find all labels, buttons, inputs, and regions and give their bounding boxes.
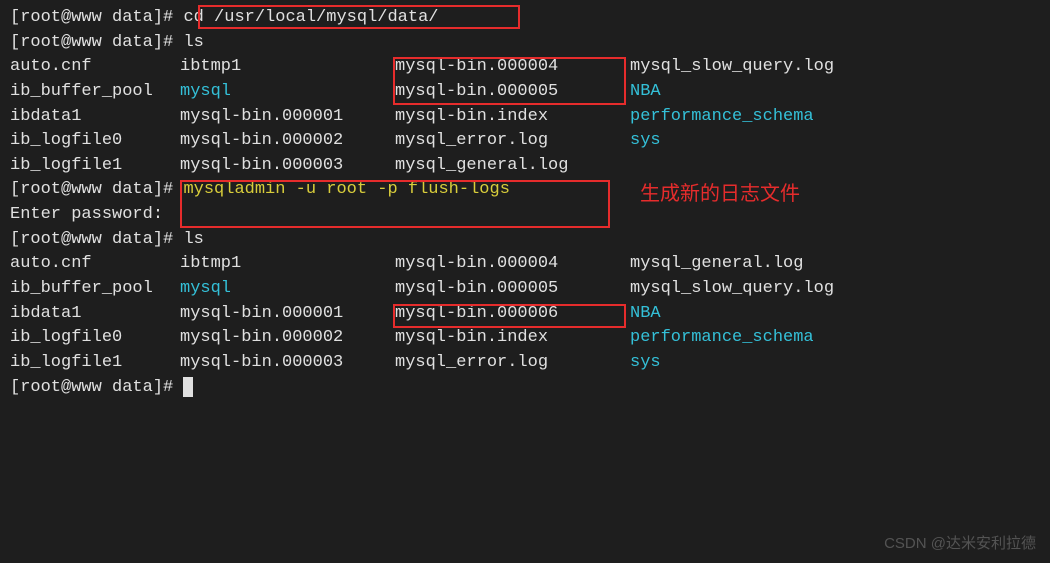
prompt-line-final[interactable]: [root@www data]#: [10, 376, 1040, 401]
ls1-row: ibdata1mysql-bin.000001mysql-bin.indexpe…: [10, 105, 1040, 130]
prompt-line-ls2: [root@www data]# ls: [10, 228, 1040, 253]
cursor-icon: [183, 377, 193, 397]
ls2-row: auto.cnfibtmp1mysql-bin.000004mysql_gene…: [10, 252, 1040, 277]
prompt-line-ls1: [root@www data]# ls: [10, 31, 1040, 56]
cmd-cd: cd /usr/local/mysql/data/: [183, 8, 438, 27]
watermark: CSDN @达米安利拉德: [884, 533, 1036, 555]
cmd-ls2: ls: [183, 230, 203, 249]
ls1-row: auto.cnfibtmp1mysql-bin.000004mysql_slow…: [10, 55, 1040, 80]
cmd-ls1: ls: [183, 33, 203, 52]
ls1-row: ib_buffer_poolmysqlmysql-bin.000005NBA: [10, 80, 1040, 105]
ls2-row: ibdata1mysql-bin.000001mysql-bin.000006N…: [10, 302, 1040, 327]
prompt-line-cd: [root@www data]# cd /usr/local/mysql/dat…: [10, 6, 1040, 31]
ls1-row: ib_logfile1mysql-bin.000003mysql_general…: [10, 154, 1040, 179]
ls2-row: ib_logfile1mysql-bin.000003mysql_error.l…: [10, 351, 1040, 376]
ls1-row: ib_logfile0mysql-bin.000002mysql_error.l…: [10, 129, 1040, 154]
cmd-flush: mysqladmin -u root -p flush-logs: [183, 180, 509, 199]
ls2-row: ib_buffer_poolmysqlmysql-bin.000005mysql…: [10, 277, 1040, 302]
annotation-text: 生成新的日志文件: [640, 180, 800, 209]
prompt-line-flush: [root@www data]# mysqladmin -u root -p f…: [10, 178, 1040, 203]
ls2-row: ib_logfile0mysql-bin.000002mysql-bin.ind…: [10, 326, 1040, 351]
enter-password: Enter password:: [10, 203, 1040, 228]
